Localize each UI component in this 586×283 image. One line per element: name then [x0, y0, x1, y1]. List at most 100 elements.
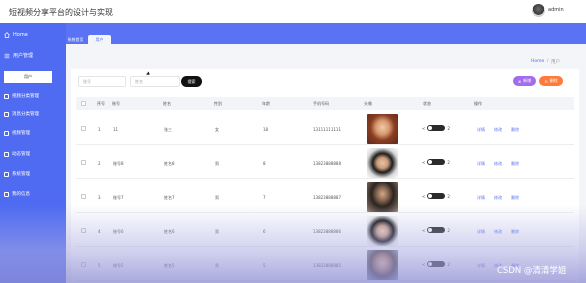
table-header: 序号 账号 姓名 性别 年龄 手机号码 头像 状态 操作	[76, 97, 574, 110]
status-switch[interactable]	[427, 227, 446, 233]
status-toggle[interactable]: < 2	[422, 159, 450, 165]
detail-link[interactable]: 详情	[477, 161, 485, 167]
user-avatar[interactable]	[532, 4, 545, 17]
status-toggle-left-label: <	[422, 227, 426, 233]
cell-account: 账号5	[113, 263, 124, 268]
sidebar-item-message-category[interactable]: 消息分类管理	[4, 111, 39, 117]
add-button-label: 新增	[523, 78, 532, 83]
status-switch[interactable]	[427, 159, 446, 165]
select-all-checkbox[interactable]	[81, 101, 86, 106]
column-header-account[interactable]: 账号	[112, 101, 120, 107]
tab-system-home[interactable]: 系统首页	[66, 35, 85, 44]
cell-index: 4	[98, 229, 101, 234]
detail-link[interactable]: 详情	[477, 229, 485, 235]
sidebar-item-label: 视频分类管理	[12, 94, 39, 99]
top-bar: 短视频分享平台的设计与实现 admin	[0, 0, 586, 23]
status-toggle-right-label: 2	[447, 159, 450, 165]
activity-icon	[4, 151, 9, 157]
sidebar-item-dynamics[interactable]: 动态管理	[4, 151, 30, 157]
sidebar-item-user-management[interactable]: 用户管理	[4, 52, 33, 59]
avatar-photo[interactable]	[367, 182, 398, 212]
user-table-panel: 账号 姓名 搜索 ⊕ 新增 ⊖ 删除 序号 账号 姓名 性别 年龄 手机号码 头…	[71, 69, 579, 283]
status-toggle-right-label: 2	[447, 125, 450, 131]
sidebar-item-label: 用户管理	[13, 53, 34, 59]
batch-delete-button[interactable]: ⊖ 删除	[539, 76, 563, 86]
sidebar-item-home[interactable]: Home	[4, 32, 28, 38]
cell-index: 1	[98, 127, 101, 132]
cell-phone: 13823888885	[313, 263, 341, 268]
cell-name: 姓名7	[164, 195, 175, 200]
delete-button-label: 删除	[549, 78, 558, 83]
row-checkbox[interactable]	[81, 262, 86, 267]
column-header-actions: 操作	[474, 101, 482, 106]
breadcrumb-home[interactable]: Home	[531, 59, 544, 64]
status-toggle[interactable]: < 2	[422, 193, 450, 199]
cell-phone: 13111111111	[313, 127, 341, 132]
detail-link[interactable]: 详情	[477, 195, 485, 201]
main-content: 系统首页 用户 Home / 用户 账号 姓名 搜索 ⊕ 新增 ⊖ 删除 序号 …	[66, 23, 586, 283]
column-header-avatar: 头像	[364, 101, 372, 106]
sidebar-item-label: 动态管理	[12, 152, 30, 157]
cell-name: 姓名5	[164, 263, 175, 268]
cell-account: 11	[113, 127, 119, 132]
cell-phone: 13823888886	[313, 229, 341, 234]
sidebar-item-videos[interactable]: 视频管理	[4, 130, 30, 136]
delete-link[interactable]: 删除	[511, 127, 519, 133]
sidebar-item-my-info[interactable]: 我的信息	[4, 191, 30, 197]
edit-link[interactable]: 修改	[494, 127, 502, 133]
avatar-photo[interactable]	[367, 148, 398, 178]
sidebar-item-label: 消息分类管理	[12, 112, 39, 117]
add-button[interactable]: ⊕ 新增	[513, 76, 536, 86]
account-search-input[interactable]: 账号	[78, 76, 126, 87]
status-toggle[interactable]: < 2	[422, 125, 450, 131]
row-checkbox[interactable]	[81, 160, 86, 165]
status-switch[interactable]	[427, 193, 446, 199]
tab-users[interactable]: 用户	[88, 35, 111, 44]
avatar-photo[interactable]	[367, 216, 398, 246]
avatar-photo[interactable]	[367, 114, 398, 144]
detail-link[interactable]: 详情	[477, 263, 485, 269]
edit-link[interactable]: 修改	[494, 195, 502, 201]
cell-gender: 男	[215, 229, 219, 234]
cell-name: 姓名6	[164, 229, 175, 234]
column-header-phone[interactable]: 手机号码	[313, 101, 329, 107]
status-toggle-left-label: <	[422, 193, 426, 199]
status-switch[interactable]	[427, 125, 446, 131]
cell-name: 张三	[164, 127, 172, 132]
edit-link[interactable]: 修改	[494, 161, 502, 167]
detail-link[interactable]: 详情	[477, 127, 485, 133]
edit-link[interactable]: 修改	[494, 229, 502, 235]
status-switch[interactable]	[427, 261, 446, 267]
row-checkbox[interactable]	[81, 194, 86, 199]
video-icon	[4, 130, 9, 136]
delete-link[interactable]: 删除	[511, 229, 519, 235]
sidebar-item-system[interactable]: 系统管理	[4, 171, 30, 177]
cell-phone: 13823888888	[313, 161, 341, 166]
status-toggle[interactable]: < 2	[422, 261, 450, 267]
sidebar-item-label: Home	[13, 32, 28, 38]
cell-age: 8	[263, 161, 266, 166]
delete-link[interactable]: 删除	[511, 161, 519, 167]
column-header-gender[interactable]: 性别	[214, 101, 222, 107]
table-row: 2 账号8 姓名8 男 8 13823888888 < 2 详情 修改 删除	[76, 146, 574, 179]
breadcrumb-current: 用户	[551, 60, 560, 65]
column-header-age[interactable]: 年龄	[262, 101, 270, 107]
cell-age: 6	[263, 229, 266, 234]
table-row: 3 账号7 姓名7 男 7 13823888887 < 2 详情 修改 删除	[76, 180, 574, 213]
user-name[interactable]: admin	[548, 7, 564, 13]
delete-link[interactable]: 删除	[511, 195, 519, 201]
name-search-input[interactable]: 姓名	[130, 76, 180, 87]
column-header-name[interactable]: 姓名	[163, 101, 171, 107]
sidebar-item-video-category[interactable]: 视频分类管理	[4, 93, 39, 99]
tab-bar: 系统首页 用户	[66, 23, 586, 44]
status-toggle[interactable]: < 2	[422, 227, 450, 233]
cell-gender: 男	[215, 161, 219, 166]
avatar-photo[interactable]	[367, 250, 398, 280]
app-title: 短视频分享平台的设计与实现	[9, 8, 113, 17]
sidebar-subitem-users[interactable]: 用户	[4, 71, 52, 83]
row-checkbox[interactable]	[81, 126, 86, 131]
cell-age: 18	[263, 127, 269, 132]
row-checkbox[interactable]	[81, 228, 86, 233]
column-header-status[interactable]: 状态	[423, 101, 431, 107]
search-button[interactable]: 搜索	[181, 76, 202, 87]
